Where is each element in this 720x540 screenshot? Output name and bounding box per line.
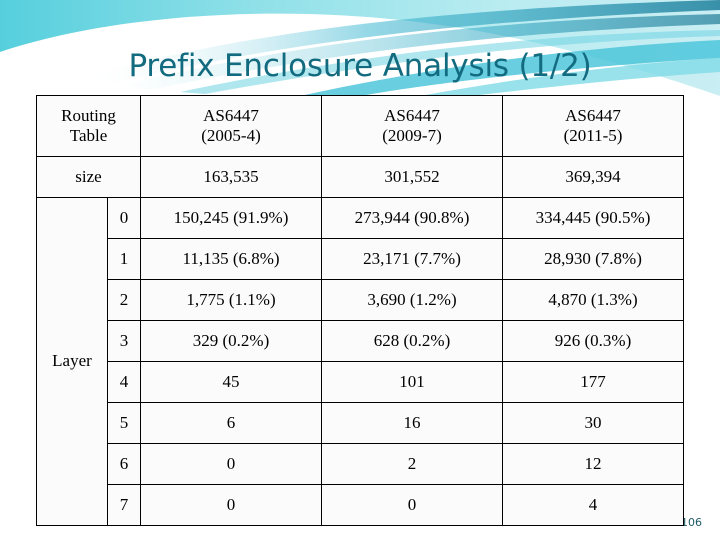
table-row: 3 329 (0.2%) 628 (0.2%) 926 (0.3%): [37, 320, 685, 362]
layer-number: 1: [106, 238, 142, 280]
cell-r3-c1: 628 (0.2%): [321, 320, 504, 362]
cell-r4-c0: 45: [140, 361, 323, 403]
cell-r3-c2: 926 (0.3%): [502, 320, 685, 362]
header-column-2-line2: (2011-5): [563, 126, 623, 145]
header-column-1-line1: AS6447: [384, 105, 440, 125]
cell-r0-c2: 334,445 (90.5%): [502, 197, 685, 239]
table-header-row: Routing Table AS6447 (2005-4) AS6447 (20…: [35, 95, 685, 157]
cell-r2-c1: 3,690 (1.2%): [321, 279, 504, 321]
cell-r0-c1: 273,944 (90.8%): [321, 197, 504, 239]
layer-number: 7: [106, 484, 142, 526]
cell-r1-c2: 28,930 (7.8%): [502, 238, 685, 280]
header-column-0-line2: (2005-4): [201, 126, 261, 145]
header-column-1: AS6447 (2009-7): [321, 95, 504, 157]
prefix-enclosure-table: Routing Table AS6447 (2005-4) AS6447 (20…: [35, 95, 685, 526]
table-size-row: size 163,535 301,552 369,394: [35, 156, 685, 198]
header-routing-table-line2: Table: [69, 126, 108, 145]
page-title: Prefix Enclosure Analysis (1/2): [128, 48, 592, 84]
cell-r6-c0: 0: [140, 443, 323, 485]
size-value-2: 369,394: [502, 156, 685, 198]
cell-r7-c1: 0: [321, 484, 504, 526]
size-label: size: [35, 156, 142, 198]
cell-r0-c0: 150,245 (91.9%): [140, 197, 323, 239]
table-row: 1 11,135 (6.8%) 23,171 (7.7%) 28,930 (7.…: [37, 238, 685, 280]
table-row: Layer 0 150,245 (91.9%) 273,944 (90.8%) …: [36, 197, 685, 526]
cell-r2-c0: 1,775 (1.1%): [140, 279, 323, 321]
cell-r1-c1: 23,171 (7.7%): [321, 238, 504, 280]
cell-r6-c2: 12: [502, 443, 685, 485]
table-row: 2 1,775 (1.1%) 3,690 (1.2%) 4,870 (1.3%): [37, 279, 685, 321]
header-routing-table-line1: Routing: [61, 105, 116, 125]
cell-r5-c0: 6: [140, 402, 323, 444]
layer-number: 4: [106, 361, 142, 403]
row-group-label-layer: Layer: [36, 197, 108, 526]
size-value-0: 163,535: [140, 156, 323, 198]
layer-number: 6: [106, 443, 142, 485]
cell-r5-c1: 16: [321, 402, 504, 444]
cell-r7-c0: 0: [140, 484, 323, 526]
layer-number: 2: [106, 279, 142, 321]
cell-r4-c2: 177: [502, 361, 685, 403]
layer-number: 0: [106, 197, 142, 239]
table-row: 5 6 16 30: [37, 402, 685, 444]
cell-r7-c2: 4: [502, 484, 685, 526]
cell-r3-c0: 329 (0.2%): [140, 320, 323, 362]
slide-page-number: 106: [681, 516, 702, 529]
header-column-0: AS6447 (2005-4): [140, 95, 323, 157]
layer-number: 5: [106, 402, 142, 444]
table-row: 7 0 0 4: [37, 484, 685, 526]
cell-r5-c2: 30: [502, 402, 685, 444]
cell-r2-c2: 4,870 (1.3%): [502, 279, 685, 321]
layer-number: 3: [106, 320, 142, 362]
cell-r4-c1: 101: [321, 361, 504, 403]
table-row: 6 0 2 12: [37, 443, 685, 485]
size-value-1: 301,552: [321, 156, 504, 198]
header-column-2-line1: AS6447: [565, 105, 621, 125]
cell-r6-c1: 2: [321, 443, 504, 485]
table-row: 4 45 101 177: [37, 361, 685, 403]
header-column-2: AS6447 (2011-5): [502, 95, 685, 157]
header-routing-table: Routing Table: [35, 95, 142, 157]
cell-r1-c0: 11,135 (6.8%): [140, 238, 323, 280]
header-column-1-line2: (2009-7): [382, 126, 442, 145]
header-column-0-line1: AS6447: [203, 105, 259, 125]
